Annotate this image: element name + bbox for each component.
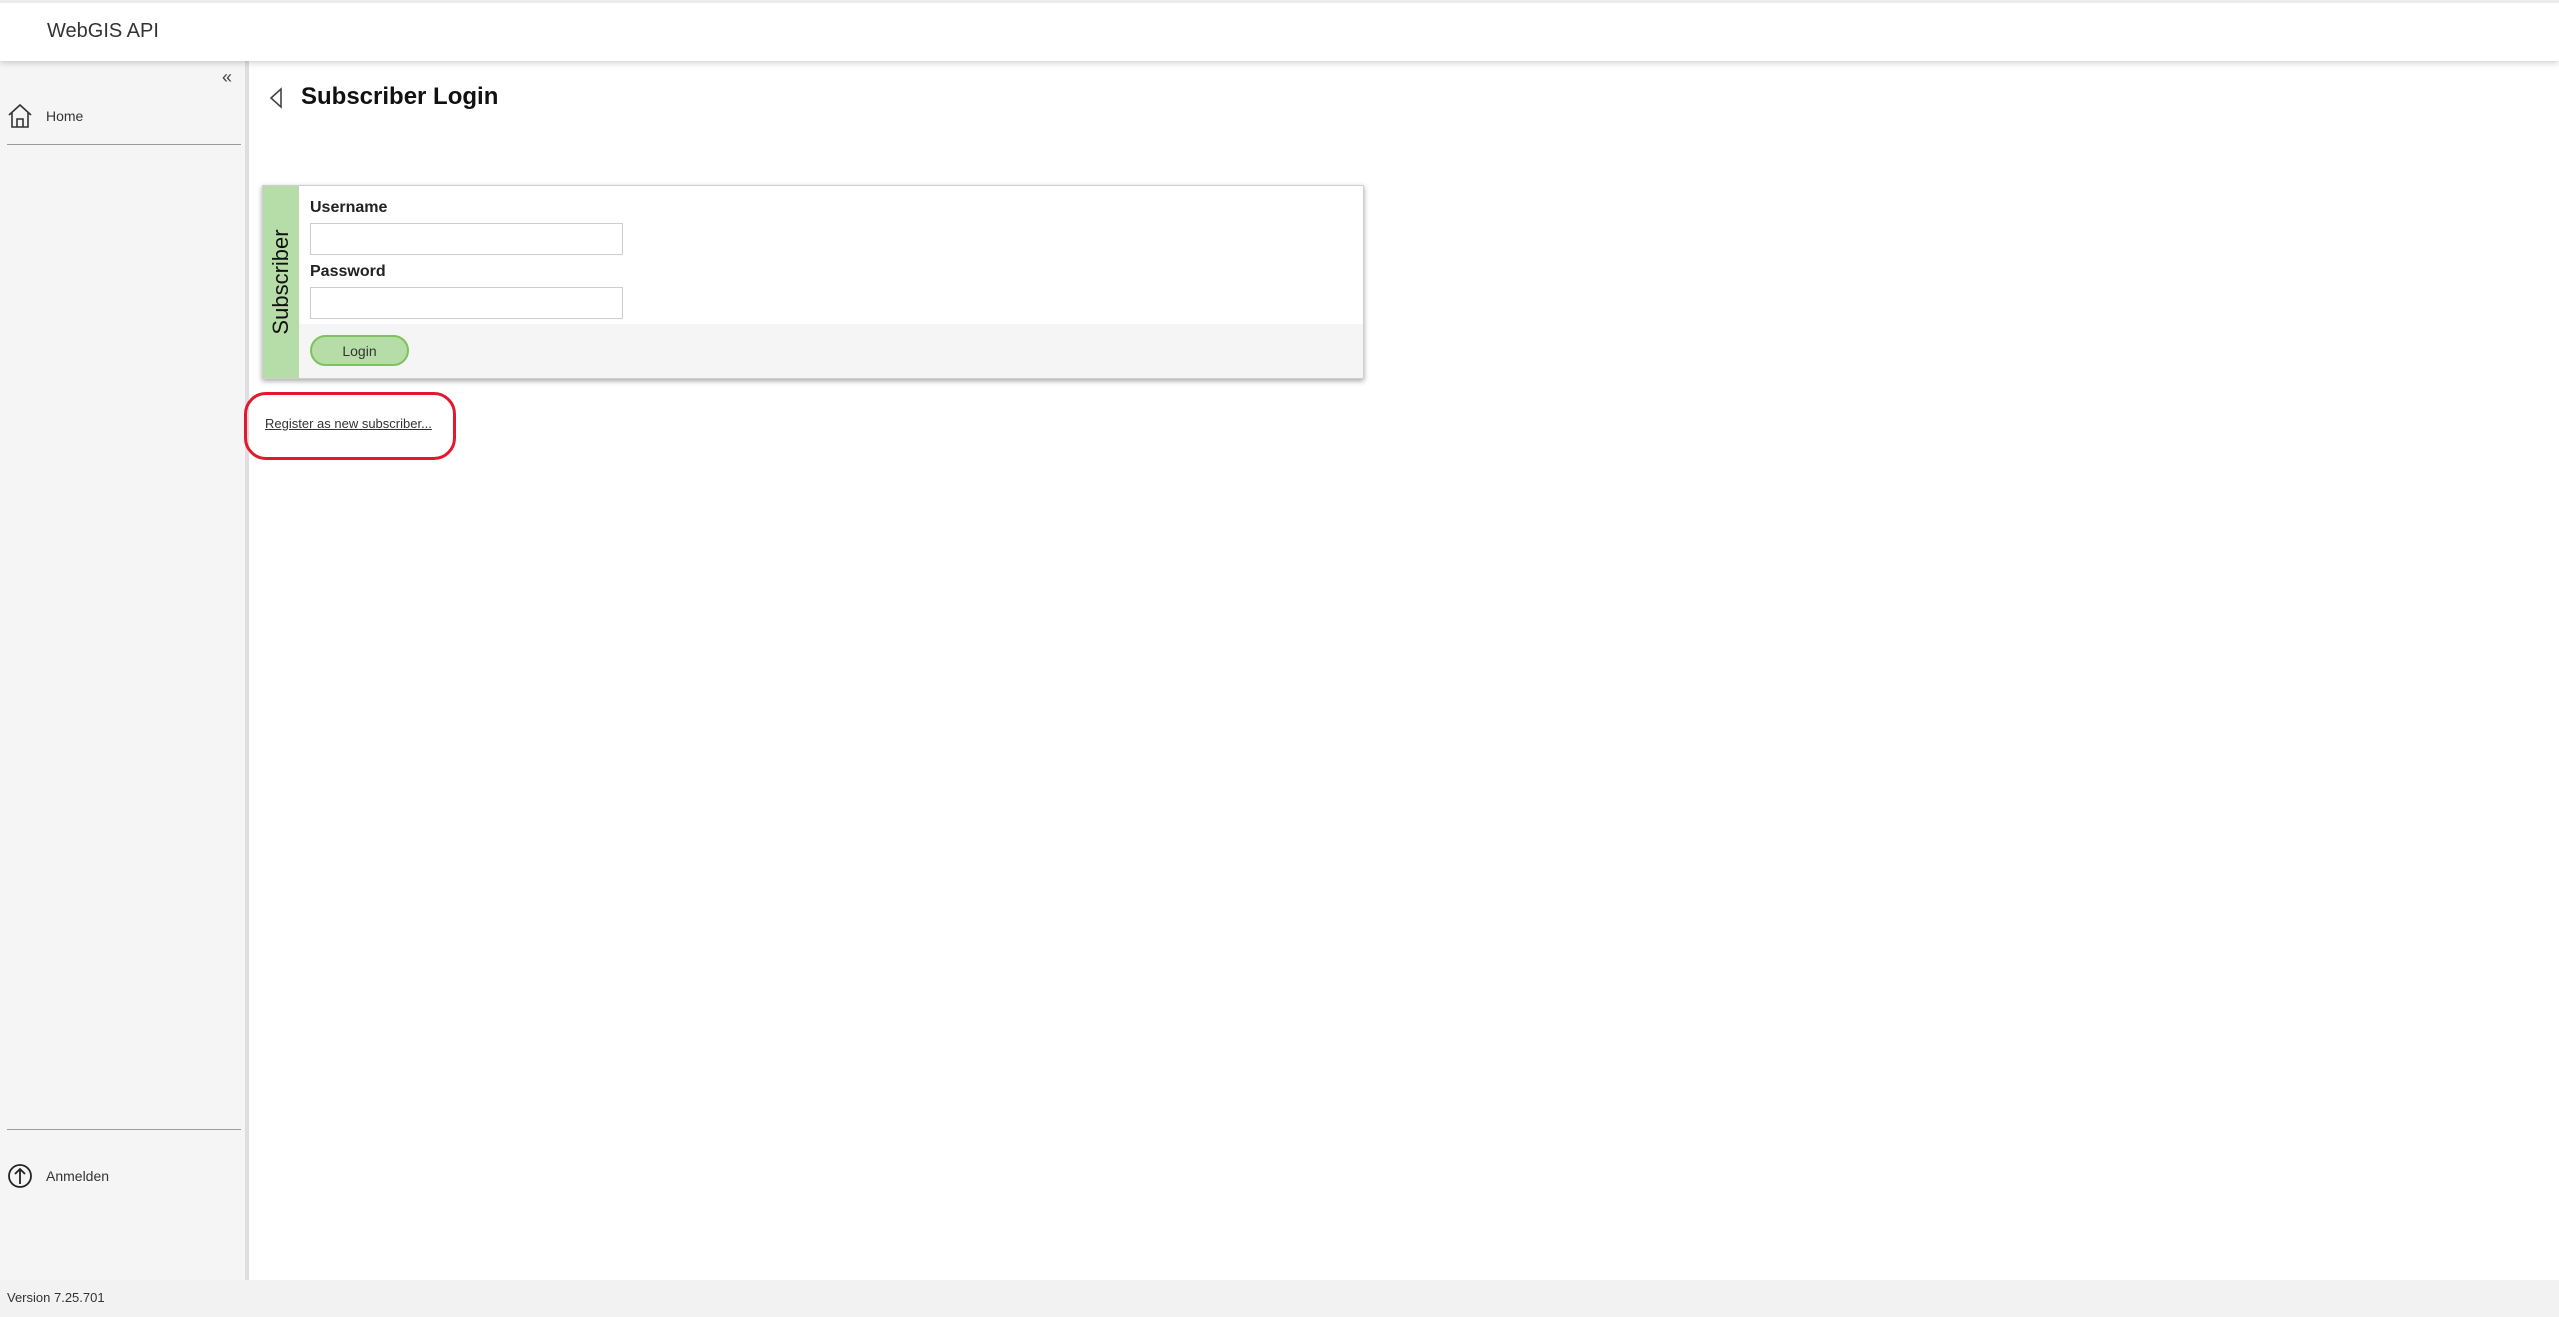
register-subscriber-link[interactable]: Register as new subscriber... — [265, 416, 432, 431]
card-footer: Login — [299, 324, 1363, 378]
back-arrow-icon[interactable] — [268, 86, 284, 110]
login-arrow-icon — [6, 1162, 34, 1190]
username-label: Username — [310, 199, 388, 216]
sidebar: « Home Anmelden — [0, 61, 249, 1280]
page-title: Subscriber Login — [301, 83, 499, 110]
subscriber-tab: Subscriber — [263, 186, 299, 378]
subscriber-login-card: Subscriber Username Password Login — [262, 185, 1364, 379]
subscriber-tab-label: Subscriber — [268, 229, 293, 335]
sidebar-divider — [7, 1129, 241, 1130]
sidebar-item-label: Home — [46, 108, 84, 124]
status-footer: Version 7.25.701 — [0, 1280, 2559, 1317]
version-label: Version 7.25.701 — [7, 1290, 105, 1305]
password-label: Password — [310, 263, 386, 280]
app-header: WebGIS API — [0, 0, 2559, 61]
username-input[interactable] — [310, 223, 623, 255]
sidebar-item-anmelden[interactable]: Anmelden — [6, 1161, 109, 1191]
sidebar-divider — [7, 144, 241, 145]
home-icon — [6, 102, 34, 130]
collapse-sidebar-button[interactable]: « — [222, 67, 232, 88]
password-input[interactable] — [310, 287, 623, 319]
app-title: WebGIS API — [47, 20, 159, 42]
login-button[interactable]: Login — [310, 335, 409, 366]
sidebar-item-label: Anmelden — [46, 1168, 110, 1184]
sidebar-item-home[interactable]: Home — [6, 101, 83, 131]
